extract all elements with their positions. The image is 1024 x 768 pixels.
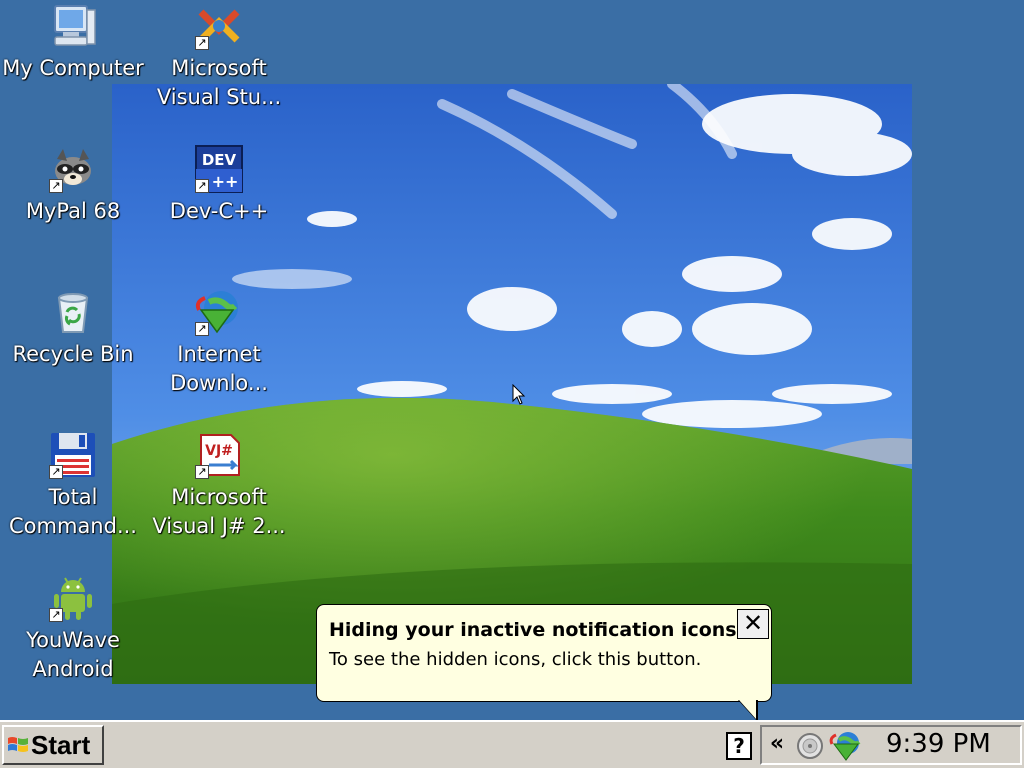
desktop-icon-label: Total Command... [9,485,137,538]
desktop-icon-recycle-bin[interactable]: Recycle Bin [0,288,146,369]
visual-jsharp-icon: VJ# ↗ [195,431,243,479]
desktop-icon-visual-studio[interactable]: ↗ Microsoft Visual Stu... [146,2,292,112]
balloon-tail-fill [739,700,756,719]
desktop-icon-label: MyPal 68 [25,199,121,223]
windows-logo-icon [8,737,28,752]
taskbar: Start ? « 9:39 PM [0,720,1024,768]
android-icon: ↗ [49,574,97,622]
internet-download-manager-icon: ↗ [195,288,243,336]
system-tray: « 9:39 PM [760,725,1022,765]
mouse-cursor-icon [512,384,526,405]
desktop-icon-internet-download-manager[interactable]: ↗ Internet Downlo... [146,288,292,398]
show-hidden-icons-help-icon[interactable]: ? [726,732,752,760]
desktop-icon-label: YouWave Android [26,628,120,681]
shortcut-arrow-icon: ↗ [49,179,63,193]
shortcut-arrow-icon: ↗ [195,36,209,50]
balloon-text: To see the hidden icons, click this butt… [329,649,702,670]
mypal-raccoon-icon: ↗ [49,145,97,193]
desktop-icon-label: Microsoft Visual Stu... [156,56,282,109]
balloon-title: Hiding your inactive notification icons.… [329,619,759,641]
desktop-icon-label: Recycle Bin [12,342,134,366]
desktop-icon-total-commander[interactable]: ↗ Total Command... [0,431,146,541]
total-commander-icon: ↗ [49,431,97,479]
shortcut-arrow-icon: ↗ [195,465,209,479]
dev-cpp-icon: DEV ++ ↗ [195,145,243,193]
my-computer-icon [49,2,97,50]
shortcut-arrow-icon: ↗ [49,465,63,479]
balloon-close-button[interactable]: ✕ [737,609,769,639]
vj-icon-text: VJ# [205,443,233,459]
desktop-icon-my-computer[interactable]: My Computer [0,2,146,83]
taskbar-clock[interactable]: 9:39 PM [886,729,991,759]
desktop-icon-youwave-android[interactable]: ↗ YouWave Android [0,574,146,684]
desktop-icon-label: Internet Downlo... [170,342,268,395]
start-button[interactable]: Start [2,725,104,765]
desktop-icon-visual-jsharp[interactable]: VJ# ↗ Microsoft Visual J# 2... [146,431,292,541]
desktop-icon-label: Microsoft Visual J# 2... [152,485,286,538]
tray-clock-disc-icon[interactable] [796,732,824,760]
recycle-bin-icon [49,288,97,336]
desktop-icon-mypal[interactable]: ↗ MyPal 68 [0,145,146,226]
notification-balloon: Hiding your inactive notification icons.… [316,604,772,702]
start-label: Start [31,730,91,760]
visual-studio-icon: ↗ [195,2,243,50]
dev-icon-text: DEV [202,151,237,169]
desktop-icon-dev-cpp[interactable]: DEV ++ ↗ Dev-C++ [146,145,292,226]
shortcut-arrow-icon: ↗ [49,608,63,622]
desktop-icon-label: Dev-C++ [169,199,269,223]
shortcut-arrow-icon: ↗ [195,179,209,193]
desktop-icon-label: My Computer [2,56,144,80]
tray-expand-button[interactable]: « [766,731,788,759]
svg-text:++: ++ [212,172,239,191]
tray-download-manager-icon[interactable] [828,730,862,762]
shortcut-arrow-icon: ↗ [195,322,209,336]
